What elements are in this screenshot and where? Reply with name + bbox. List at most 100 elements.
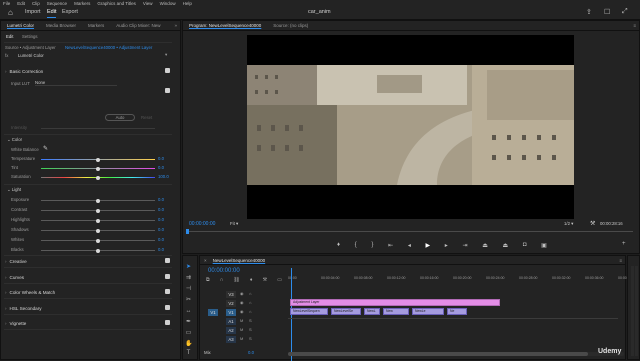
snap-icon[interactable]: ∩ — [220, 277, 224, 283]
menu-help[interactable]: Help — [183, 1, 192, 6]
add-marker-icon[interactable]: ♦ — [337, 242, 340, 250]
type-tool-icon[interactable]: T — [185, 350, 192, 357]
track-label-v1[interactable]: V1 — [226, 309, 236, 316]
light_sliders-track[interactable] — [41, 228, 155, 233]
light_sliders-value[interactable]: 0.0 — [158, 247, 164, 252]
section-basic-correction[interactable]: Basic Correction — [5, 69, 44, 74]
tab-source[interactable]: Source: (no clips) — [273, 23, 308, 28]
tab-sequence[interactable]: NewLevelSequence40000 — [213, 258, 266, 263]
export-frame-icon[interactable]: ◘ — [523, 242, 527, 250]
source-patch-v1[interactable]: V1 — [208, 309, 218, 316]
go-to-out-icon[interactable]: ⇥ — [462, 242, 467, 250]
more-panels-icon[interactable]: » — [174, 23, 177, 28]
track-label-a1[interactable]: A1 — [226, 318, 236, 325]
hand-tool-icon[interactable]: ✋ — [185, 341, 192, 348]
input-lut-select[interactable]: None — [35, 80, 117, 86]
timeline-scrollbar[interactable] — [288, 352, 624, 356]
light_sliders-value[interactable]: 0.0 — [158, 197, 164, 202]
add-button-icon[interactable]: + — [622, 241, 626, 247]
tab-program[interactable]: Program: NewLevelSequence40000 — [189, 23, 261, 28]
razor-tool-icon[interactable]: ✂ — [185, 297, 192, 304]
eyedropper-icon[interactable]: ✎ — [43, 145, 48, 152]
light_sliders-knob[interactable] — [96, 248, 100, 253]
tab-lumetri-color[interactable]: Lumetri Color — [7, 23, 34, 28]
subtab-edit[interactable]: Edit — [6, 34, 13, 39]
scrollbar-thumb[interactable] — [288, 352, 588, 356]
program-timecode[interactable]: 00:00:00:00 — [189, 221, 215, 227]
light_sliders-knob[interactable] — [96, 218, 100, 223]
ripple-edit-tool-icon[interactable]: ⊣ — [185, 286, 192, 293]
linked-selection-icon[interactable]: ⛓ — [233, 277, 239, 283]
sequence-clip-label[interactable]: NewLevelSequence40000 • Adjustment Layer — [65, 45, 152, 50]
color_sliders-track[interactable] — [41, 157, 155, 162]
home-icon[interactable]: ⌂ — [8, 8, 13, 17]
menu-graphics[interactable]: Graphics and Titles — [97, 1, 136, 6]
menu-markers[interactable]: Markers — [74, 1, 90, 6]
video-frame[interactable] — [247, 35, 574, 219]
extract-icon[interactable]: ⏏ — [503, 242, 509, 250]
section-hsl-secondary[interactable]: HSL Secondary — [5, 306, 42, 311]
lock-track-icon[interactable]: ⌂ — [249, 300, 251, 305]
v1-clip[interactable]: NewLevelSequen — [290, 308, 328, 315]
scrub-bar[interactable] — [187, 231, 633, 232]
color_sliders-knob[interactable] — [96, 157, 100, 162]
section-checkbox[interactable] — [165, 304, 170, 310]
basic-correction-checkbox[interactable] — [165, 68, 170, 73]
track-label-a3[interactable]: A3 — [226, 336, 236, 343]
light_sliders-track[interactable] — [41, 198, 155, 203]
mute-track-icon[interactable]: M — [240, 336, 243, 341]
light_sliders-value[interactable]: 0.0 — [158, 217, 164, 222]
mark-out-icon[interactable]: } — [371, 242, 373, 250]
timeline-settings-icon[interactable]: ⚒ — [263, 277, 267, 283]
mute-track-icon[interactable]: M — [240, 327, 243, 332]
slip-tool-icon[interactable]: ↔ — [185, 308, 192, 315]
v1-clip[interactable]: NewL — [364, 308, 380, 315]
fx-icon[interactable]: fx — [5, 53, 8, 58]
tab-audio-clip-mixer[interactable]: Audio Clip Mixer: New — [116, 23, 160, 28]
basic-correction-check-2[interactable] — [165, 88, 170, 93]
menu-edit[interactable]: Edit — [17, 1, 25, 6]
light_sliders-track[interactable] — [41, 248, 155, 253]
share-icon[interactable]: ⇪ — [586, 8, 592, 16]
color_sliders-knob[interactable] — [96, 175, 100, 180]
section-creative[interactable]: Creative — [5, 259, 27, 264]
selection-tool-icon[interactable]: ➤ — [185, 264, 192, 271]
subtab-settings[interactable]: Settings — [22, 34, 38, 39]
section-checkbox[interactable] — [165, 289, 170, 294]
quality-select[interactable]: 1/2 ▾ — [564, 221, 573, 227]
toggle-track-output-icon[interactable]: ◉ — [240, 291, 244, 296]
menu-clip[interactable]: Clip — [32, 1, 40, 6]
comparison-view-icon[interactable]: ▣ — [541, 242, 547, 250]
tab-markers[interactable]: Markers — [88, 23, 104, 28]
effect-options-icon[interactable]: ▾ — [165, 52, 167, 58]
light_sliders-knob[interactable] — [96, 198, 100, 203]
menu-window[interactable]: Window — [160, 1, 176, 6]
v1-clip[interactable]: NewLevelSe — [331, 308, 361, 315]
reset-button[interactable]: Reset — [141, 115, 152, 120]
mark-in-icon[interactable]: { — [355, 242, 357, 250]
intensity-slider[interactable] — [41, 128, 155, 129]
toggle-track-output-icon[interactable]: ◉ — [240, 300, 244, 305]
effect-label[interactable]: Lumetri Color — [18, 53, 44, 58]
nest-icon[interactable]: ⧉ — [206, 277, 210, 283]
v1-clip[interactable]: Ne — [447, 308, 467, 315]
step-back-icon[interactable]: ◂ — [408, 242, 411, 250]
light_sliders-value[interactable]: 0.0 — [158, 237, 164, 242]
light_sliders-knob[interactable] — [96, 238, 100, 243]
light_sliders-knob[interactable] — [96, 208, 100, 213]
light_sliders-value[interactable]: 0.0 — [158, 227, 164, 232]
section-checkbox[interactable] — [165, 320, 170, 325]
captions-icon[interactable]: ▭ — [277, 277, 282, 283]
auto-button[interactable]: Auto — [105, 114, 135, 121]
menu-sequence[interactable]: Sequence — [47, 1, 67, 6]
track-label-a2[interactable]: A2 — [226, 327, 236, 334]
v1-clip[interactable]: NewLe — [412, 308, 444, 315]
settings-wrench-icon[interactable]: ⚒ — [590, 220, 595, 227]
track-label-v3[interactable]: V3 — [226, 291, 236, 298]
timeline-timecode[interactable]: 00:00:00:00 — [208, 268, 240, 274]
lift-icon[interactable]: ⏏ — [482, 242, 488, 250]
zoom-select[interactable]: Fit ▾ — [230, 221, 238, 227]
section-vignette[interactable]: Vignette — [5, 321, 27, 326]
section-checkbox[interactable] — [165, 273, 170, 279]
light_sliders-track[interactable] — [41, 218, 155, 223]
